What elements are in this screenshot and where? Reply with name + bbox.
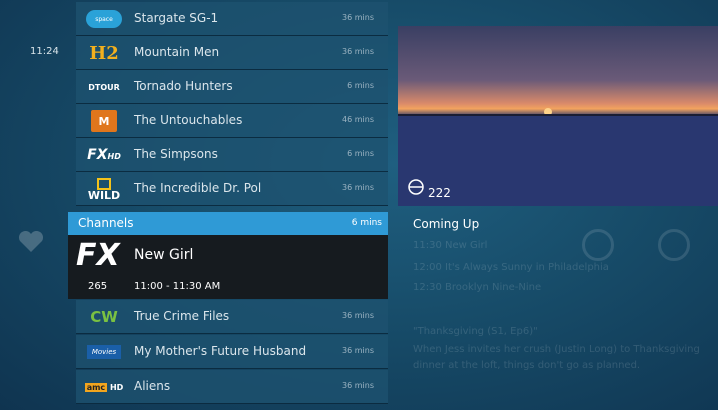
program-guide: space Stargate SG-1 36 mins H2 Mountain … bbox=[76, 0, 388, 410]
program-title: The Simpsons bbox=[134, 147, 218, 161]
episode-title: "Thanksgiving (S1, Ep6)" bbox=[413, 326, 538, 337]
preview-channel-number: 222 bbox=[428, 186, 451, 200]
program-title: Tornado Hunters bbox=[134, 79, 233, 93]
natgeo-wild-logo-icon: WILD bbox=[88, 177, 120, 201]
channel-logo: H2 bbox=[82, 40, 126, 66]
sunset-scene bbox=[398, 108, 718, 206]
program-duration: 36 mins bbox=[342, 183, 374, 192]
coming-up-item: 11:30 New Girl bbox=[413, 240, 488, 251]
left-gutter: 11:24 bbox=[0, 0, 76, 410]
guide-row[interactable]: H2 Mountain Men 36 mins bbox=[76, 36, 388, 70]
program-duration: 36 mins bbox=[342, 311, 374, 320]
episode-description: dinner at the loft, things don't go as p… bbox=[413, 360, 641, 371]
program-duration: 6 mins bbox=[347, 149, 374, 158]
program-title: Stargate SG-1 bbox=[134, 11, 219, 25]
cw-hd-logo-icon: CW bbox=[90, 308, 118, 326]
coming-up-item: 12:30 Brooklyn Nine-Nine bbox=[413, 282, 542, 293]
channels-label: Channels bbox=[78, 216, 134, 230]
channel-logo: DTOUR bbox=[82, 74, 126, 100]
guide-row[interactable]: M The Untouchables 46 mins bbox=[76, 104, 388, 138]
search-icon[interactable] bbox=[582, 229, 614, 261]
channel-logo: WILD bbox=[82, 176, 126, 202]
guide-row[interactable]: DTOUR Tornado Hunters 6 mins bbox=[76, 70, 388, 104]
play-icon[interactable] bbox=[658, 229, 690, 261]
program-title: Aliens bbox=[134, 379, 171, 393]
program-title: True Crime Files bbox=[134, 309, 230, 323]
live-preview[interactable]: 222 bbox=[398, 26, 718, 206]
guide-row[interactable]: Movies My Mother's Future Husband 36 min… bbox=[76, 335, 388, 369]
guide-row[interactable]: WILD The Incredible Dr. Pol 36 mins bbox=[76, 172, 388, 206]
guide-row[interactable]: CW True Crime Files 36 mins bbox=[76, 300, 388, 334]
fx-logo-icon: FX bbox=[76, 238, 120, 273]
airtime: 11:00 - 11:30 AM bbox=[134, 281, 221, 292]
channel-logo: amc HD bbox=[82, 374, 126, 400]
channel-logo: space bbox=[82, 6, 126, 32]
encore-logo-icon: M bbox=[91, 110, 117, 132]
guide-row[interactable]: FXHD The Simpsons 6 mins bbox=[76, 138, 388, 172]
channel-logo: CW bbox=[82, 304, 126, 330]
program-duration: 36 mins bbox=[342, 381, 374, 390]
program-duration: 36 mins bbox=[342, 47, 374, 56]
h2-logo-icon: H2 bbox=[89, 42, 119, 64]
coming-up-title: Coming Up bbox=[413, 217, 480, 231]
movies-logo-icon: Movies bbox=[87, 345, 121, 359]
dtour-logo-icon: DTOUR bbox=[88, 82, 120, 92]
heart-icon[interactable] bbox=[17, 231, 45, 253]
channels-header[interactable]: Channels 6 mins bbox=[68, 212, 388, 235]
guide-row[interactable]: amc HD Aliens 36 mins bbox=[76, 370, 388, 404]
program-title: Mountain Men bbox=[134, 45, 220, 59]
program-title: The Incredible Dr. Pol bbox=[134, 181, 262, 195]
guide-row[interactable]: space Stargate SG-1 36 mins bbox=[76, 2, 388, 36]
fx-hd-logo-icon: FXHD bbox=[87, 147, 121, 163]
channel-logo: M bbox=[82, 108, 126, 134]
program-title: My Mother's Future Husband bbox=[134, 344, 307, 358]
selected-program[interactable]: FX New Girl 265 11:00 - 11:30 AM bbox=[68, 235, 388, 299]
program-duration: 6 mins bbox=[351, 218, 382, 228]
program-title: The Untouchables bbox=[134, 113, 243, 127]
selected-title: New Girl bbox=[134, 247, 194, 263]
episode-description: When Jess invites her crush (Justin Long… bbox=[413, 344, 700, 355]
program-duration: 36 mins bbox=[342, 346, 374, 355]
program-duration: 6 mins bbox=[347, 81, 374, 90]
channel-number: 265 bbox=[88, 281, 108, 292]
network-logo-icon bbox=[408, 179, 424, 195]
channel-logo: FXHD bbox=[82, 142, 126, 168]
amc-hd-logo-icon: amc HD bbox=[84, 382, 124, 392]
current-time: 11:24 bbox=[30, 46, 59, 57]
space-logo-icon: space bbox=[86, 10, 122, 28]
program-duration: 46 mins bbox=[342, 115, 374, 124]
program-duration: 36 mins bbox=[342, 13, 374, 22]
channel-logo: Movies bbox=[82, 339, 126, 365]
coming-up-item: 12:00 It's Always Sunny in Philadelphia bbox=[413, 262, 609, 273]
